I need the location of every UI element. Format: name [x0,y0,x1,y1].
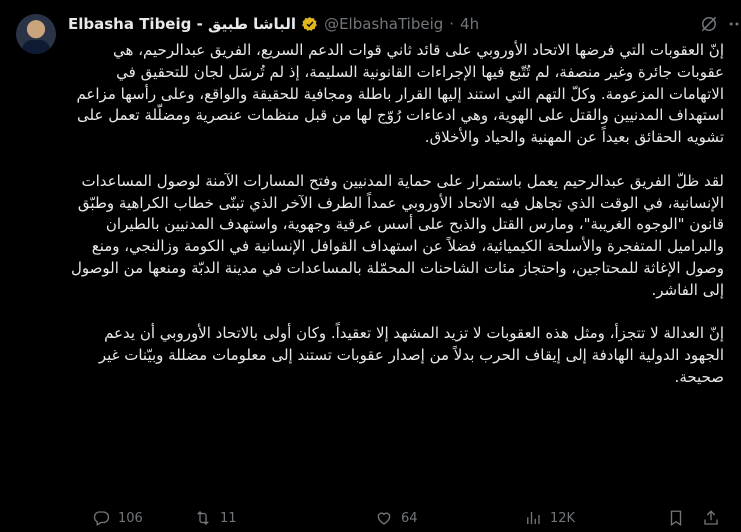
avatar[interactable] [16,14,56,54]
tweet-actions: 106 11 64 12K [92,508,722,528]
post-time[interactable]: 4h [460,14,479,34]
author-handle[interactable]: @ElbashaTibeig [324,14,443,34]
share-button[interactable] [702,509,720,527]
grok-icon[interactable] [699,14,719,34]
like-button[interactable]: 64 [375,509,418,527]
share-icon [704,510,718,525]
views-chart-icon [527,512,540,524]
repost-button[interactable]: 11 [194,509,237,527]
bookmark-icon [670,510,682,527]
author-name[interactable]: Elbasha Tibeig - الباشا طبيق [68,14,296,34]
reply-count: 106 [118,510,143,526]
tweet-header: Elbasha Tibeig - الباشا طبيق @ElbashaTib… [68,14,739,34]
repost-icon [197,511,209,525]
bookmark-button[interactable] [667,509,685,527]
reply-button[interactable]: 106 [92,509,143,527]
tweet-paragraph-3: إنّ العدالة لا تتجزأ، ومثل هذه العقوبات … [94,324,724,386]
views-button[interactable]: 12K [524,509,575,527]
tweet-paragraph-2: لقد ظلّ الفريق عبدالرحيم يعمل باستمرار ع… [66,171,724,299]
repost-count: 11 [220,510,237,526]
tweet-text: إنّ العقوبات التي فرضها الاتحاد الأوروبي… [68,40,724,389]
tweet-paragraph-1: إنّ العقوبات التي فرضها الاتحاد الأوروبي… [71,41,724,147]
like-count: 64 [401,510,418,526]
reply-icon [93,511,110,526]
verified-badge-icon [302,17,317,31]
separator-dot: · [449,15,455,33]
heart-icon [377,512,391,525]
views-count: 12K [550,510,576,526]
more-options-icon[interactable] [727,14,741,34]
